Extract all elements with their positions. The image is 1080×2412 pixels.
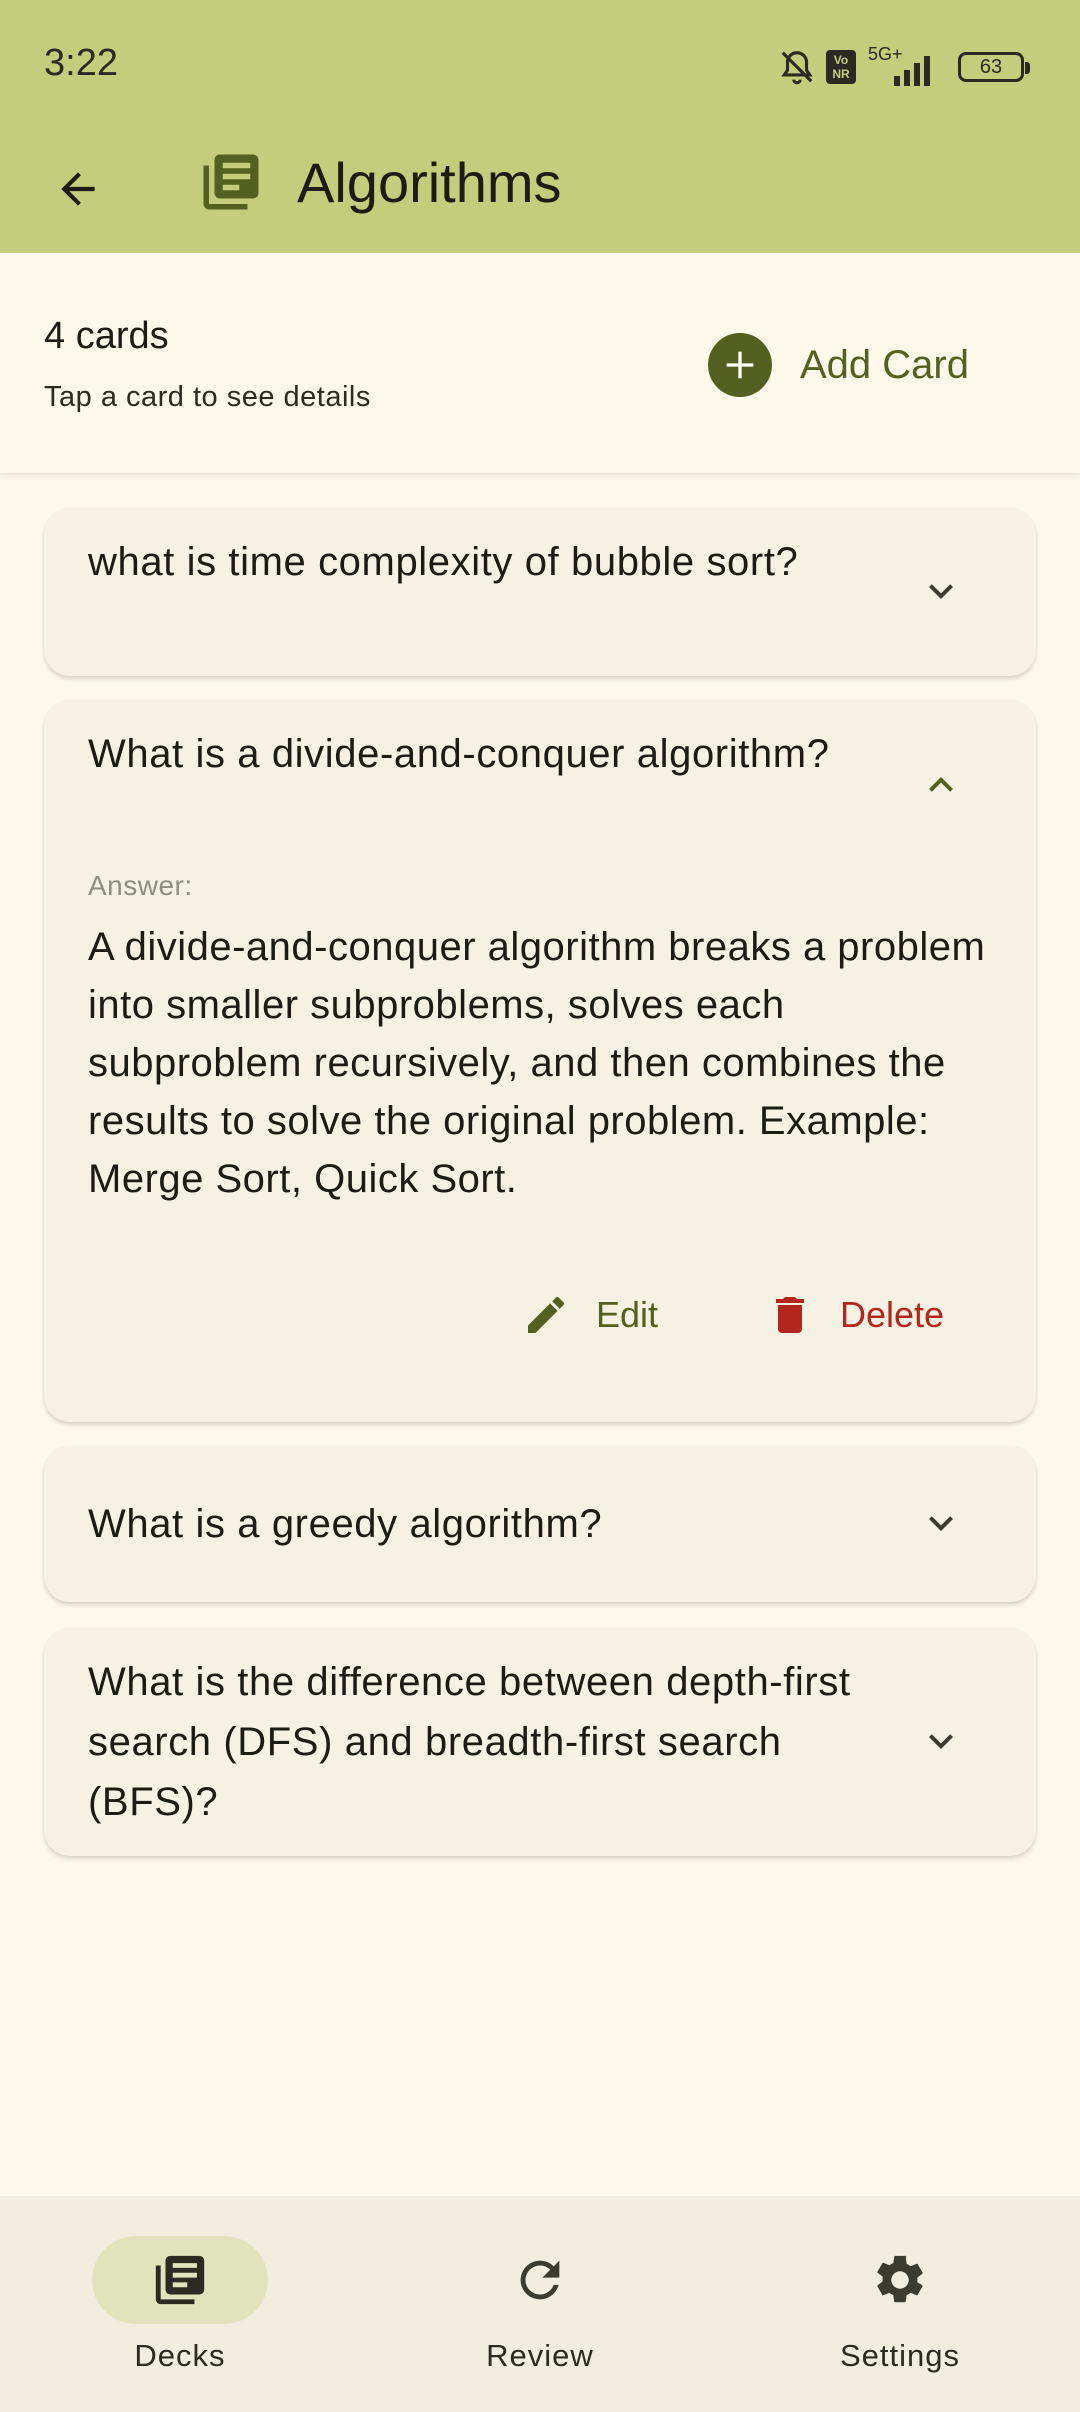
status-icons: Vo NR 5G+ 63 bbox=[778, 44, 1030, 88]
app-bar: Algorithms bbox=[0, 135, 1080, 253]
chevron-up-icon bbox=[929, 777, 953, 792]
edit-button[interactable]: Edit bbox=[522, 1280, 658, 1350]
battery-level: 63 bbox=[979, 56, 1003, 78]
add-card-button[interactable]: Add Card bbox=[708, 325, 999, 405]
nav-decks-label: Decks bbox=[134, 2338, 226, 2373]
nav-decks-indicator bbox=[92, 2236, 268, 2324]
expand-button[interactable] bbox=[916, 1498, 966, 1548]
chevron-down-icon bbox=[929, 1734, 953, 1749]
refresh-icon bbox=[520, 2260, 560, 2300]
chevron-down-icon bbox=[929, 1516, 953, 1531]
nav-review-indicator bbox=[452, 2236, 628, 2324]
delete-button[interactable]: Delete bbox=[766, 1280, 944, 1350]
decks-icon bbox=[155, 2255, 205, 2305]
deck-summary: 4 cards Tap a card to see details Add Ca… bbox=[0, 253, 1080, 475]
hint-text: Tap a card to see details bbox=[44, 381, 371, 413]
volte-icon: Vo NR bbox=[826, 50, 856, 84]
trash-icon bbox=[776, 1297, 804, 1333]
card-question: What is a greedy algorithm? bbox=[88, 1502, 603, 1546]
notifications-muted-icon bbox=[781, 51, 813, 85]
nav-settings-indicator bbox=[812, 2236, 988, 2324]
card-item[interactable]: What is a greedy algorithm? bbox=[44, 1446, 1036, 1602]
expand-button[interactable] bbox=[916, 1716, 966, 1766]
card-question: What is the difference between depth-fir… bbox=[88, 1660, 851, 1824]
back-button[interactable] bbox=[40, 151, 116, 227]
nav-decks[interactable]: Decks bbox=[50, 2236, 310, 2386]
answer-label: Answer: bbox=[88, 870, 193, 901]
collapse-button[interactable] bbox=[916, 760, 966, 810]
edit-label: Edit bbox=[596, 1294, 659, 1335]
expand-button[interactable] bbox=[916, 566, 966, 616]
gear-icon bbox=[877, 2255, 923, 2303]
top-app-area: 3:22 Vo NR 5G+ 63 Algorithms bbox=[0, 0, 1080, 253]
nav-settings-label: Settings bbox=[839, 2338, 960, 2373]
chevron-down-icon bbox=[929, 584, 953, 599]
arrow-back-icon bbox=[61, 172, 95, 206]
signal-icon: 5G+ bbox=[866, 44, 940, 88]
nav-review[interactable]: Review bbox=[410, 2236, 670, 2386]
delete-label: Delete bbox=[840, 1294, 945, 1335]
battery-icon: 63 bbox=[958, 52, 1030, 82]
status-bar: 3:22 Vo NR 5G+ 63 bbox=[0, 0, 1080, 135]
nav-settings[interactable]: Settings bbox=[770, 2236, 1030, 2386]
page-title: Algorithms bbox=[297, 151, 562, 214]
add-card-label: Add Card bbox=[800, 342, 969, 387]
add-icon bbox=[708, 333, 772, 397]
card-question: What is a divide-and-conquer algorithm? bbox=[88, 732, 830, 776]
decks-icon bbox=[203, 154, 259, 210]
pencil-icon bbox=[528, 1296, 564, 1333]
card-count: 4 cards bbox=[44, 315, 169, 357]
nav-review-label: Review bbox=[486, 2338, 594, 2373]
status-time: 3:22 bbox=[44, 42, 118, 84]
card-item-expanded[interactable]: What is a divide-and-conquer algorithm? … bbox=[44, 700, 1036, 1422]
bottom-navigation: Decks Review Settings bbox=[0, 2196, 1080, 2412]
card-question: what is time complexity of bubble sort? bbox=[88, 540, 799, 584]
card-item[interactable]: What is the difference between depth-fir… bbox=[44, 1628, 1036, 1856]
card-item[interactable]: what is time complexity of bubble sort? bbox=[44, 508, 1036, 676]
answer-text: A divide-and-conquer algorithm breaks a … bbox=[88, 925, 986, 1201]
network-type: 5G+ bbox=[868, 44, 903, 64]
